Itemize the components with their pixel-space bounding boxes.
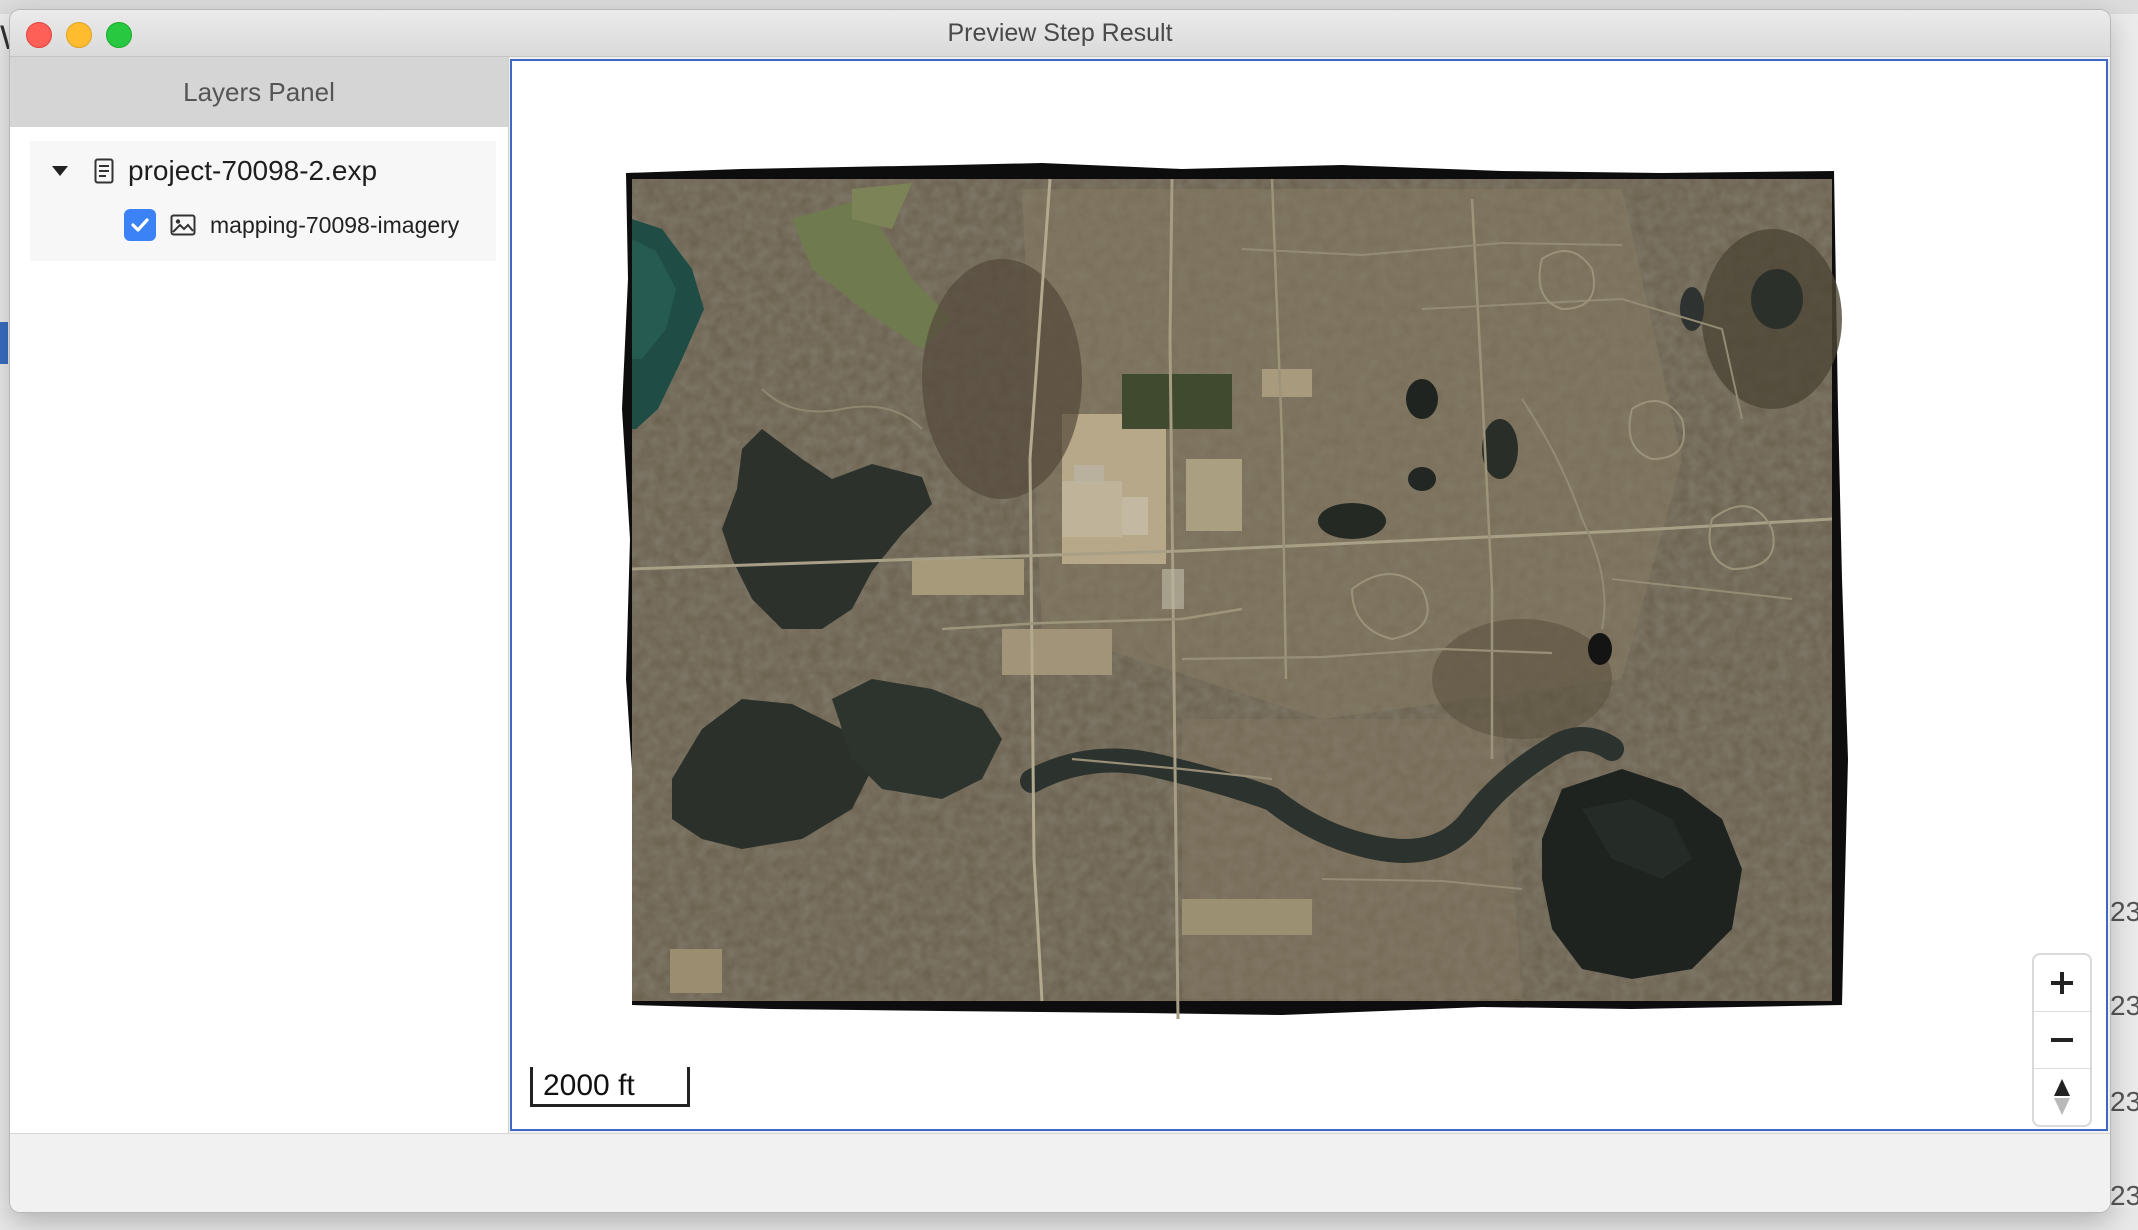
caret-down-icon[interactable]: [52, 166, 68, 176]
background-value: 23: [2110, 1086, 2138, 1117]
layer-tree: project-70098-2.exp mapping-70098-imager…: [30, 141, 496, 261]
image-icon: [170, 214, 196, 236]
zoom-out-button[interactable]: [2034, 1012, 2090, 1069]
layers-panel-header: Layers Panel: [10, 57, 508, 127]
minus-icon: [2051, 1038, 2073, 1042]
scale-bar: 2000 ft: [530, 1067, 690, 1107]
dialog-footer: [10, 1133, 2110, 1212]
tree-item-project[interactable]: project-70098-2.exp: [52, 149, 377, 193]
plus-icon: [2051, 972, 2073, 994]
background-value: 23: [2110, 896, 2138, 927]
map-navigation-controls: [2032, 953, 2092, 1127]
tree-item-layer[interactable]: mapping-70098-imagery: [124, 205, 459, 245]
checkmark-icon: [131, 218, 149, 232]
zoom-in-button[interactable]: [2034, 955, 2090, 1012]
reset-north-button[interactable]: [2034, 1069, 2090, 1125]
background-left-edge: W: [0, 18, 10, 58]
orthomosaic-image[interactable]: [622, 159, 1862, 1019]
title-bar[interactable]: Preview Step Result: [10, 10, 2110, 57]
layer-name: mapping-70098-imagery: [210, 211, 460, 238]
scale-bar-label: 2000 ft: [543, 1069, 635, 1102]
map-view[interactable]: 2000 ft: [510, 59, 2108, 1131]
window-title: Preview Step Result: [947, 19, 1173, 47]
background-value: 23: [2110, 990, 2138, 1021]
layer-visibility-checkbox[interactable]: [124, 209, 156, 241]
layers-panel: Layers Panel project-70098-2.exp mapping…: [10, 57, 509, 1133]
project-name: project-70098-2.exp: [128, 155, 378, 186]
preview-dialog: Preview Step Result Layers Panel project…: [10, 10, 2110, 1212]
document-icon: [94, 158, 114, 184]
compass-icon: [2054, 1079, 2070, 1115]
background-selected-tab: [0, 322, 8, 364]
